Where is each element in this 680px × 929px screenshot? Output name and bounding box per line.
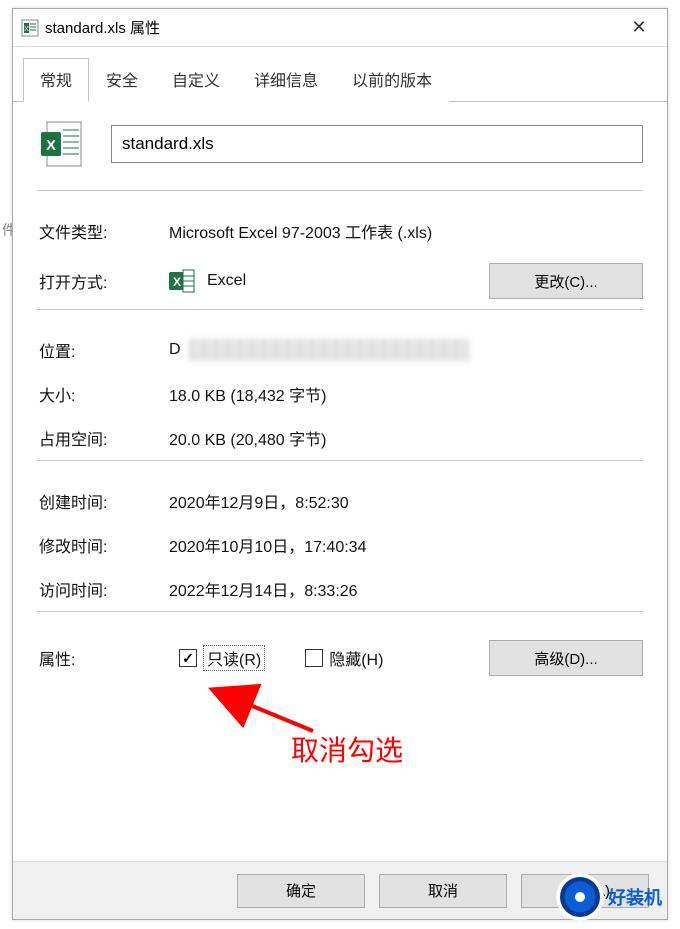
readonly-checkbox-group[interactable]: 只读(R) (179, 645, 265, 671)
divider (37, 190, 643, 191)
watermark: 好装机 (556, 869, 666, 925)
svg-text:X: X (24, 26, 29, 33)
watermark-text: 好装机 (608, 884, 662, 910)
tab-general[interactable]: 常规 (23, 58, 89, 102)
excel-file-icon-small: X (21, 19, 39, 37)
filename-input[interactable] (111, 125, 643, 163)
watermark-eye-icon (556, 873, 604, 921)
value-accessed: 2022年12月14日，8:33:26 (169, 577, 643, 601)
label-sizeondisk: 占用空间: (39, 426, 169, 450)
window-title: standard.xls 属性 (45, 17, 619, 38)
tab-previous[interactable]: 以前的版本 (335, 58, 449, 102)
annotation-text: 取消勾选 (291, 729, 403, 769)
tab-custom[interactable]: 自定义 (155, 58, 237, 102)
value-openswith: Excel (207, 272, 246, 290)
tab-security[interactable]: 安全 (89, 58, 155, 102)
value-modified: 2020年10月10日，17:40:34 (169, 533, 643, 557)
hidden-label: 隐藏(H) (329, 646, 383, 670)
properties-dialog: X standard.xls 属性 ✕ 常规 安全 自定义 详细信息 以前的版本… (12, 8, 668, 920)
excel-file-icon-large: X (39, 120, 85, 168)
label-location: 位置: (39, 338, 169, 362)
readonly-checkbox[interactable] (179, 649, 197, 667)
label-created: 创建时间: (39, 489, 169, 513)
label-filetype: 文件类型: (39, 219, 169, 243)
tab-content-general: X 文件类型: Microsoft Excel 97-2003 工作表 (.xl… (13, 102, 667, 690)
readonly-label: 只读(R) (203, 645, 265, 671)
tabstrip: 常规 安全 自定义 详细信息 以前的版本 (13, 47, 667, 102)
divider (37, 309, 643, 310)
hidden-checkbox[interactable] (305, 649, 323, 667)
close-icon: ✕ (631, 17, 646, 38)
svg-text:X: X (173, 275, 181, 289)
value-location: D (169, 339, 643, 361)
label-openswith: 打开方式: (39, 269, 169, 293)
value-sizeondisk: 20.0 KB (20,480 字节) (169, 426, 643, 450)
label-size: 大小: (39, 382, 169, 406)
titlebar: X standard.xls 属性 ✕ (13, 9, 667, 47)
label-accessed: 访问时间: (39, 577, 169, 601)
excel-app-icon: X (169, 268, 195, 294)
divider (37, 611, 643, 612)
value-filetype: Microsoft Excel 97-2003 工作表 (.xls) (169, 219, 643, 243)
ok-button[interactable]: 确定 (237, 874, 365, 908)
value-size: 18.0 KB (18,432 字节) (169, 382, 643, 406)
svg-text:X: X (46, 137, 56, 154)
hidden-checkbox-group[interactable]: 隐藏(H) (305, 646, 383, 670)
value-created: 2020年12月9日，8:52:30 (169, 489, 643, 513)
change-button[interactable]: 更改(C)... (489, 263, 643, 299)
tab-details[interactable]: 详细信息 (237, 58, 335, 102)
close-button[interactable]: ✕ (619, 13, 659, 43)
advanced-button[interactable]: 高级(D)... (489, 640, 643, 676)
label-attributes: 属性: (39, 646, 169, 670)
divider (37, 460, 643, 461)
label-modified: 修改时间: (39, 533, 169, 557)
redacted-path (189, 339, 469, 361)
cancel-button[interactable]: 取消 (379, 874, 507, 908)
